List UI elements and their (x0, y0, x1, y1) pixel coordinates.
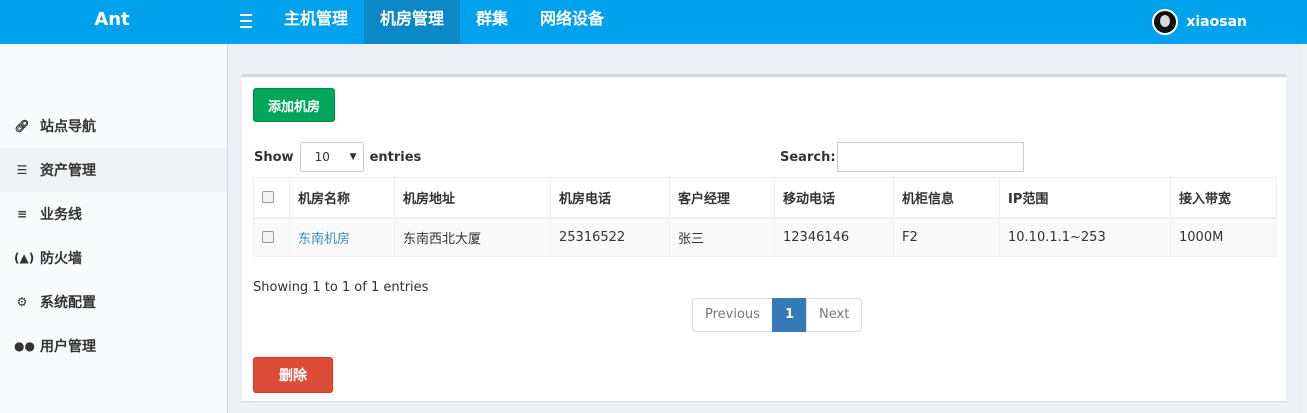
search-label: Search: (780, 149, 836, 165)
sidebar-item-system-config[interactable]: ⚙ 系统配置 (0, 280, 227, 324)
length-control: Show 10 ▼ entries (254, 141, 421, 173)
cell-mobile: 12346146 (774, 217, 894, 257)
column-header-name[interactable]: 机房名称 (289, 177, 395, 219)
column-header-cabinet[interactable]: 机柜信息 (893, 177, 1000, 219)
column-header-address[interactable]: 机房地址 (394, 177, 551, 219)
cell-phone: 25316522 (550, 217, 670, 257)
database-icon: ☰ (16, 163, 28, 177)
cell-address: 东南西北大厦 (394, 217, 551, 257)
search-control: Search: (780, 141, 1024, 173)
column-header-mobile[interactable]: 移动电话 (774, 177, 894, 219)
topnav-idc-management[interactable]: 机房管理 (364, 0, 461, 44)
firewall-icon: (▲) (14, 251, 35, 265)
pagination-next[interactable]: Next (806, 298, 863, 332)
cell-name: 东南机房 (289, 217, 395, 257)
entries-select[interactable]: 10 ▼ (299, 142, 364, 172)
column-header-bandwidth[interactable]: 接入带宽 (1170, 177, 1277, 219)
topnav-cluster[interactable]: 群集 (460, 0, 524, 44)
user-menu[interactable]: xiaosan (1152, 0, 1307, 44)
list-icon: ≡ (16, 207, 28, 221)
cell-cabinet: F2 (893, 217, 1000, 257)
select-all-cell (253, 177, 290, 219)
topnav-host-management[interactable]: 主机管理 (268, 0, 364, 44)
scrollbar[interactable] (1302, 44, 1307, 413)
sidebar-item-assets[interactable]: ☰ 资产管理 (0, 148, 227, 192)
sidebar-item-business-line[interactable]: ≡ 业务线 (0, 192, 227, 236)
search-input[interactable] (836, 142, 1024, 172)
menu-toggle-icon[interactable] (240, 10, 256, 30)
table-header-row: 机房名称 机房地址 机房电话 客户经理 移动电话 机柜信息 IP范围 接入带宽 (253, 177, 1277, 219)
select-all-checkbox[interactable] (262, 191, 274, 204)
pagination-page-1[interactable]: 1 (771, 298, 807, 332)
sidebar-item-label: 系统配置 (40, 295, 96, 311)
chevron-down-icon: ▼ (349, 152, 357, 162)
sidebar-item-user-management[interactable]: ●● 用户管理 (0, 324, 227, 368)
entries-select-value: 10 (314, 150, 330, 164)
top-nav: 主机管理 机房管理 群集 网络设备 (268, 0, 620, 44)
column-header-ip-range[interactable]: IP范围 (999, 177, 1171, 219)
sidebar-item-label: 站点导航 (40, 119, 96, 135)
sidebar: 🔗︎ 站点导航 ☰ 资产管理 ≡ 业务线 (▲) 防火墙 ⚙ 系统配置 ●● 用… (0, 44, 228, 413)
pagination: Previous 1 Next (692, 298, 863, 332)
sidebar-item-firewall[interactable]: (▲) 防火墙 (0, 236, 227, 280)
brand-logo[interactable]: Ant (0, 0, 228, 44)
username[interactable]: xiaosan (1186, 14, 1247, 30)
row-checkbox[interactable] (262, 231, 274, 244)
show-label: Show (254, 149, 294, 165)
pagination-previous[interactable]: Previous (692, 298, 773, 332)
idc-table: 机房名称 机房地址 机房电话 客户经理 移动电话 机柜信息 IP范围 接入带宽 … (253, 177, 1277, 257)
link-icon: 🔗︎ (14, 119, 30, 133)
content-box: 添加机房 Show 10 ▼ entries Search: 机房名称 机房地址… (242, 74, 1286, 401)
topnav-network-devices[interactable]: 网络设备 (524, 0, 620, 44)
cell-bandwidth: 1000M (1170, 217, 1277, 257)
cell-ip-range: 10.10.1.1~253 (999, 217, 1171, 257)
top-navbar: Ant 主机管理 机房管理 群集 网络设备 xiaosan (0, 0, 1307, 44)
column-header-phone[interactable]: 机房电话 (550, 177, 670, 219)
gear-icon: ⚙ (16, 295, 28, 309)
sidebar-item-label: 资产管理 (40, 163, 96, 179)
sidebar-item-label: 用户管理 (40, 339, 96, 355)
entries-label: entries (369, 149, 422, 165)
table-info: Showing 1 to 1 of 1 entries (253, 280, 429, 295)
row-select-cell (253, 217, 290, 257)
sidebar-item-site-nav[interactable]: 🔗︎ 站点导航 (0, 104, 227, 148)
idc-name-link[interactable]: 东南机房 (298, 232, 350, 247)
cell-manager: 张三 (669, 217, 775, 257)
sidebar-item-label: 业务线 (40, 207, 82, 223)
sidebar-item-label: 防火墙 (40, 251, 82, 267)
avatar[interactable] (1152, 9, 1179, 35)
table-row: 东南机房 东南西北大厦 25316522 张三 12346146 F2 10.1… (253, 217, 1277, 257)
users-icon: ●● (14, 339, 35, 353)
add-idc-button[interactable]: 添加机房 (253, 88, 335, 122)
column-header-manager[interactable]: 客户经理 (669, 177, 775, 219)
delete-button[interactable]: 删除 (253, 357, 333, 393)
